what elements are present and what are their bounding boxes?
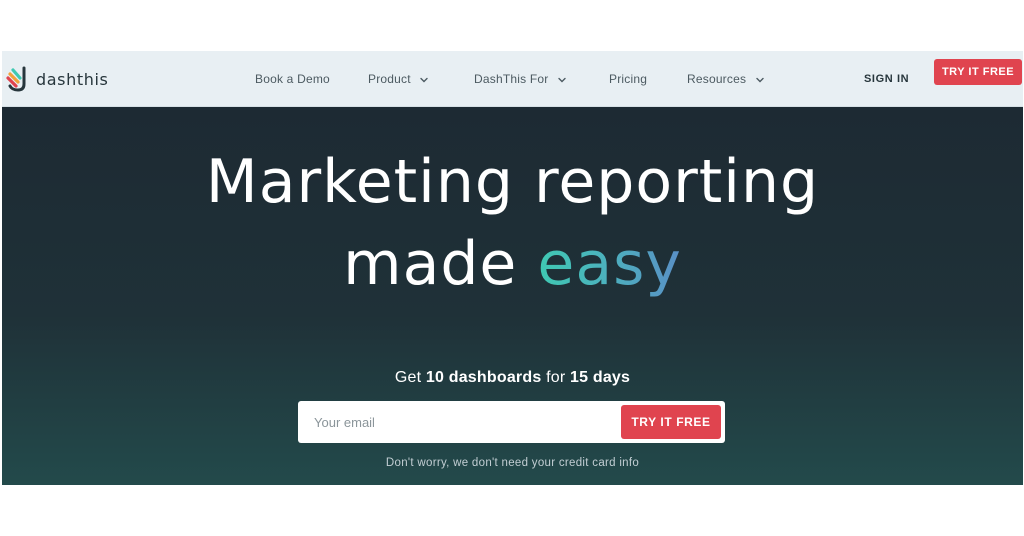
- nav-pricing-label: Pricing: [609, 72, 648, 86]
- sign-in-link[interactable]: SIGN IN: [864, 65, 909, 93]
- brand-wordmark: dashthis: [36, 69, 109, 89]
- credit-card-note: Don't worry, we don't need your credit c…: [385, 457, 640, 469]
- signup-form: TRY IT FREE: [298, 401, 725, 443]
- headline-accent-word: easy: [537, 229, 682, 299]
- nav-resources-label: Resources: [687, 72, 747, 86]
- nav-resources[interactable]: Resources: [687, 65, 765, 93]
- chevron-down-icon: [558, 77, 566, 83]
- offer-days: 15 days: [570, 369, 631, 386]
- nav-pricing[interactable]: Pricing: [609, 65, 647, 93]
- chevron-down-icon: [420, 77, 429, 83]
- top-navbar: dashthis Book a Demo Product DashThis Fo…: [2, 51, 1023, 107]
- hero-section: Marketing reporting made easy Get 10 das…: [2, 107, 1023, 485]
- headline-line-1: Marketing reporting: [205, 147, 820, 217]
- headline-line-2-lead: made: [343, 229, 518, 299]
- signup-try-free-button[interactable]: TRY IT FREE: [621, 405, 721, 439]
- email-input[interactable]: [298, 401, 618, 443]
- trial-offer: Get 10 dashboards for 15 days: [2, 369, 1023, 387]
- nav-product-label: Product: [368, 72, 411, 86]
- offer-middle: for: [546, 369, 566, 386]
- offer-prefix: Get: [394, 369, 422, 386]
- hero-headline: Marketing reporting made easy: [2, 141, 1023, 305]
- dashthis-logo-icon: [6, 66, 26, 92]
- chevron-down-icon: [756, 77, 764, 83]
- nav-try-free-button[interactable]: TRY IT FREE: [934, 59, 1022, 85]
- nav-product[interactable]: Product: [368, 65, 429, 93]
- offer-dashboards: 10 dashboards: [425, 369, 542, 386]
- nav-dashthis-for[interactable]: DashThis For: [474, 65, 567, 93]
- nav-book-demo[interactable]: Book a Demo: [255, 65, 330, 93]
- page-frame: dashthis Book a Demo Product DashThis Fo…: [2, 51, 1023, 485]
- brand-logo[interactable]: dashthis: [2, 61, 108, 97]
- nav-dashthis-for-label: DashThis For: [474, 72, 549, 86]
- nav-book-demo-label: Book a Demo: [255, 72, 330, 86]
